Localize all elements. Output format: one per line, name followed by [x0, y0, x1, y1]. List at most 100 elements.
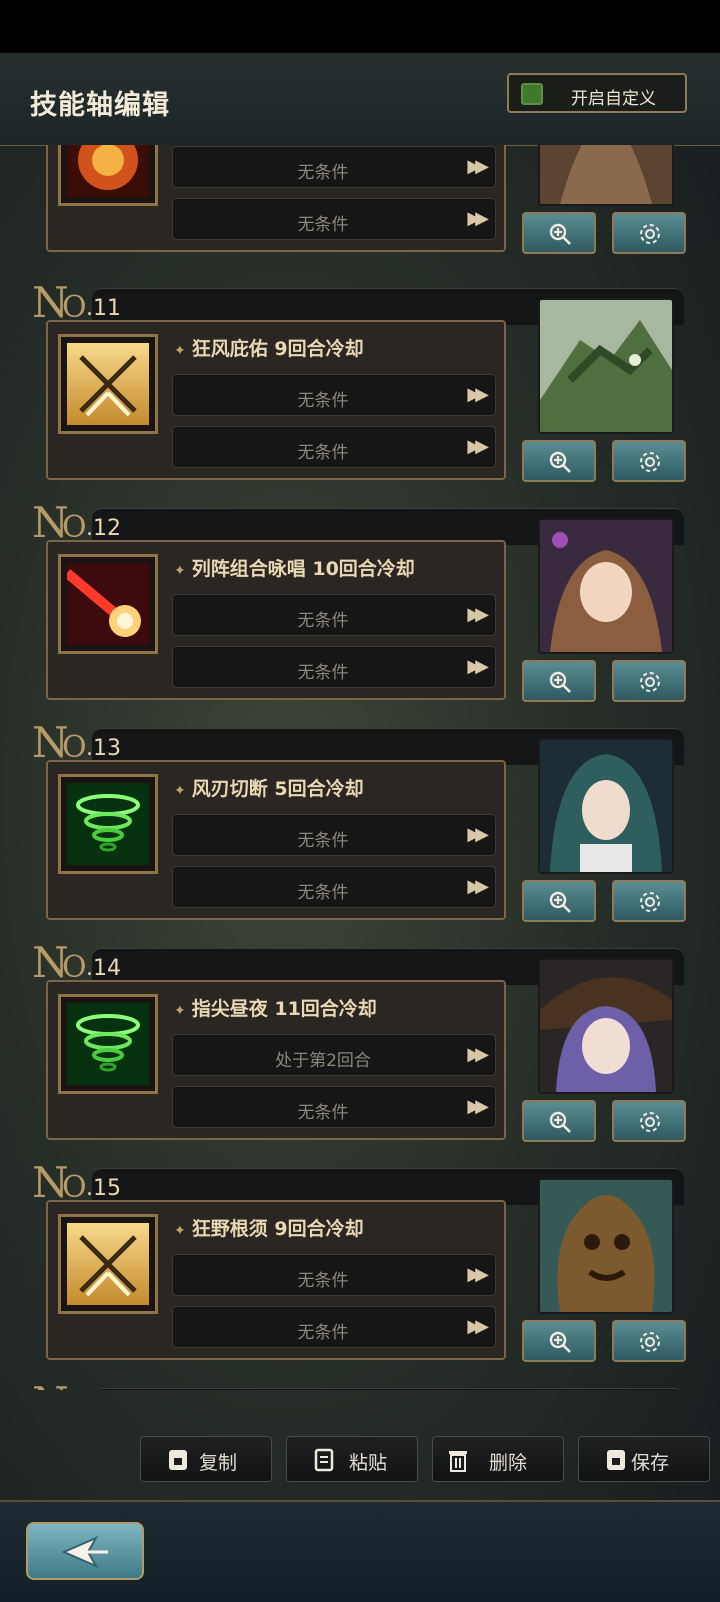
delete-label: 删除: [489, 1452, 528, 1474]
condition-slot-2[interactable]: 无条件 ▶▶: [172, 866, 496, 908]
save-button[interactable]: 保存: [578, 1436, 710, 1482]
double-chevron-icon: ▶▶: [467, 1096, 489, 1117]
zoom-button[interactable]: [522, 212, 596, 254]
condition-slot-2[interactable]: 无条件 ▶▶: [172, 646, 496, 688]
paste-icon: [314, 1448, 334, 1472]
condition-slot-2[interactable]: 无条件 ▶▶: [172, 1086, 496, 1128]
double-chevron-icon: ▶▶: [467, 824, 489, 845]
save-label: 保存: [631, 1452, 670, 1474]
zoom-button[interactable]: [522, 1320, 596, 1362]
toggle-checkbox[interactable]: [521, 83, 543, 105]
timeline-entry: N O .14 ✦ 指尖昼夜 11回合冷却 处于第2回合 ▶▶ 无条件 ▶▶: [0, 938, 720, 1168]
delete-button[interactable]: 删除: [432, 1436, 564, 1482]
settings-button[interactable]: [612, 440, 686, 482]
zoom-in-icon: [549, 891, 571, 913]
back-arrow-icon: [62, 1536, 108, 1568]
timeline-entry-partial: 无条件 ▶▶ 无条件 ▶▶: [0, 145, 720, 280]
copy-label: 复制: [199, 1452, 238, 1474]
condition-text: 无条件: [297, 1271, 349, 1291]
condition-text: 无条件: [297, 1323, 349, 1343]
skill-timeline-list[interactable]: 无条件 ▶▶ 无条件 ▶▶ N O .11 ✦ 狂风庇佑 9回合冷却 无条件 ▶…: [0, 145, 720, 1390]
condition-slot-1[interactable]: 无条件 ▶▶: [172, 146, 496, 188]
fire-orb-icon: [67, 145, 149, 197]
crossed-swords-gold-icon: [67, 1223, 149, 1305]
condition-slot-1[interactable]: 无条件 ▶▶: [172, 814, 496, 856]
back-button[interactable]: [26, 1522, 144, 1580]
zoom-in-icon: [549, 451, 571, 473]
skill-name: ✦ 风刃切断 5回合冷却: [174, 778, 364, 800]
condition-slot-1[interactable]: 无条件 ▶▶: [172, 594, 496, 636]
settings-button[interactable]: [612, 1320, 686, 1362]
condition-text: 无条件: [297, 663, 349, 683]
zoom-button[interactable]: [522, 440, 596, 482]
skill-icon-frame: [58, 1214, 158, 1314]
double-chevron-icon: ▶▶: [467, 656, 489, 677]
green-tornado-icon: [67, 783, 149, 865]
condition-slot-2[interactable]: 无条件 ▶▶: [172, 426, 496, 468]
condition-slot-1[interactable]: 无条件 ▶▶: [172, 374, 496, 416]
settings-button[interactable]: [612, 660, 686, 702]
skill-icon-frame: [58, 774, 158, 874]
condition-text: 无条件: [297, 611, 349, 631]
condition-slot-2[interactable]: 无条件 ▶▶: [172, 198, 496, 240]
double-chevron-icon: ▶▶: [467, 208, 489, 229]
double-chevron-icon: ▶▶: [467, 384, 489, 405]
skill-card: ✦ 狂野根须 9回合冷却 无条件 ▶▶ 无条件 ▶▶: [46, 1200, 506, 1360]
double-chevron-icon: ▶▶: [467, 436, 489, 457]
copy-button[interactable]: 复制: [140, 1436, 272, 1482]
skill-name: ✦ 列阵组合咏唱 10回合冷却: [174, 558, 415, 580]
skill-card: ✦ 风刃切断 5回合冷却 无条件 ▶▶ 无条件 ▶▶: [46, 760, 506, 920]
purple-hair-hat-portrait: [538, 958, 674, 1094]
timeline-entry: N O .11 ✦ 狂风庇佑 9回合冷却 无条件 ▶▶ 无条件 ▶▶: [0, 278, 720, 508]
zoom-button[interactable]: [522, 660, 596, 702]
condition-text: 无条件: [297, 443, 349, 463]
entry-header-bar: [92, 1388, 684, 1390]
condition-text: 无条件: [297, 1103, 349, 1123]
green-tornado-icon: [67, 1003, 149, 1085]
skill-card: 无条件 ▶▶ 无条件 ▶▶: [46, 145, 506, 252]
double-chevron-icon: ▶▶: [467, 1044, 489, 1065]
skill-card: ✦ 指尖昼夜 11回合冷却 处于第2回合 ▶▶ 无条件 ▶▶: [46, 980, 506, 1140]
gear-icon: [640, 224, 660, 244]
gear-icon: [640, 672, 660, 692]
teal-hair-girl-portrait: [538, 738, 674, 874]
double-chevron-icon: ▶▶: [467, 876, 489, 897]
settings-button[interactable]: [612, 212, 686, 254]
custom-toggle[interactable]: 开启自定义: [507, 73, 687, 113]
condition-text: 无条件: [297, 883, 349, 903]
portrait-partial: [538, 145, 674, 206]
condition-text: 处于第2回合: [275, 1051, 371, 1071]
paste-button[interactable]: 粘贴: [286, 1436, 418, 1482]
settings-button[interactable]: [612, 1100, 686, 1142]
condition-text: 无条件: [297, 831, 349, 851]
zoom-in-icon: [549, 1111, 571, 1133]
skill-name: ✦ 狂野根须 9回合冷却: [174, 1218, 364, 1240]
condition-text: 无条件: [297, 163, 349, 183]
double-chevron-icon: ▶▶: [467, 1264, 489, 1285]
condition-slot-2[interactable]: 无条件 ▶▶: [172, 1306, 496, 1348]
zoom-in-icon: [549, 223, 571, 245]
trash-icon: [449, 1451, 467, 1472]
double-chevron-icon: ▶▶: [467, 1316, 489, 1337]
timeline-entry: N O .15 ✦ 狂野根须 9回合冷却 无条件 ▶▶ 无条件 ▶▶: [0, 1158, 720, 1388]
skill-name: ✦ 指尖昼夜 11回合冷却: [174, 998, 377, 1020]
page-title: 技能轴编辑: [30, 90, 170, 121]
zoom-button[interactable]: [522, 1100, 596, 1142]
crossed-swords-gold-icon: [67, 343, 149, 425]
timeline-entry: N O .13 ✦ 风刃切断 5回合冷却 无条件 ▶▶ 无条件 ▶▶: [0, 718, 720, 948]
timeline-entry: N O .12 ✦ 列阵组合咏唱 10回合冷却 无条件 ▶▶ 无条件 ▶▶: [0, 498, 720, 728]
settings-button[interactable]: [612, 880, 686, 922]
status-bar: [0, 0, 720, 53]
condition-slot-1[interactable]: 无条件 ▶▶: [172, 1254, 496, 1296]
gear-icon: [640, 1112, 660, 1132]
condition-slot-1[interactable]: 处于第2回合 ▶▶: [172, 1034, 496, 1076]
red-beam-icon: [67, 563, 149, 645]
skill-card: ✦ 列阵组合咏唱 10回合冷却 无条件 ▶▶ 无条件 ▶▶: [46, 540, 506, 700]
condition-text: 无条件: [297, 391, 349, 411]
action-bar: 复制 粘贴 删除 保存: [0, 1436, 720, 1484]
skill-icon-frame: [58, 994, 158, 1094]
skill-icon-frame: [58, 334, 158, 434]
witch-girl-portrait: [538, 518, 674, 654]
double-chevron-icon: ▶▶: [467, 156, 489, 177]
zoom-button[interactable]: [522, 880, 596, 922]
